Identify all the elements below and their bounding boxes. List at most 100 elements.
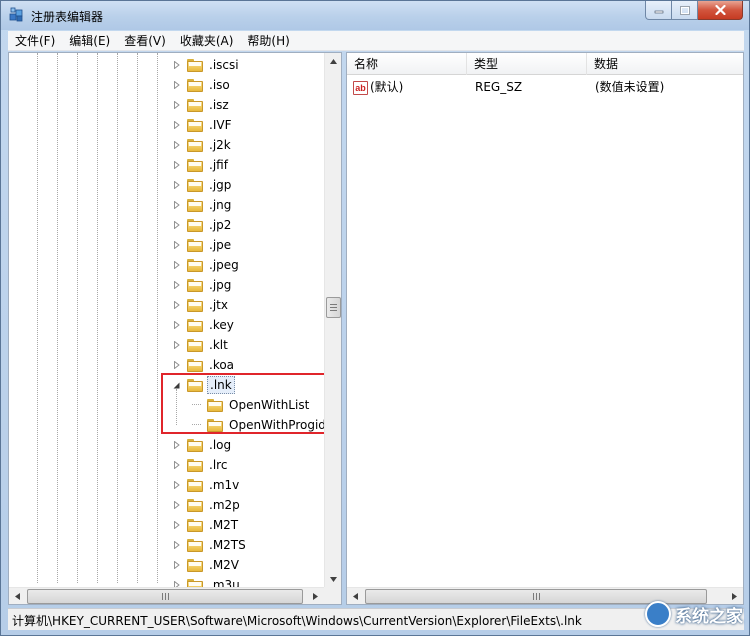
arrow-left-icon [15, 593, 20, 600]
expand-arrow-icon[interactable] [172, 141, 181, 150]
expand-arrow-icon[interactable] [172, 361, 181, 370]
expand-arrow-icon[interactable] [172, 481, 181, 490]
key-tree-pane[interactable]: .iscsi .iso .isz .IVF .j2k .jfif .jgp .jng .jp2.… [8, 52, 342, 605]
tree-node[interactable]: .jgp [172, 175, 233, 195]
scroll-left-button[interactable] [347, 588, 364, 604]
folder-icon [187, 318, 203, 332]
folder-icon [187, 98, 203, 112]
tree-node[interactable]: .IVF [172, 115, 233, 135]
column-header-name[interactable]: 名称 [347, 53, 467, 75]
expand-arrow-icon[interactable] [172, 541, 181, 550]
list-header: 名称 类型 数据 [347, 53, 743, 75]
column-header-type[interactable]: 类型 [467, 53, 587, 75]
tree-node[interactable]: .log [172, 435, 233, 455]
tree-node[interactable]: .jpeg [172, 255, 241, 275]
folder-icon [187, 458, 203, 472]
folder-icon [187, 138, 203, 152]
expand-arrow-icon[interactable] [172, 281, 181, 290]
title-bar[interactable]: 注册表编辑器 [1, 1, 749, 30]
tree-horizontal-scrollbar[interactable] [9, 587, 324, 604]
maximize-icon [679, 5, 690, 15]
values-list-pane[interactable]: 名称 类型 数据 ab (默认) REG_SZ (数值未设置) [346, 52, 744, 605]
tree-node[interactable]: .isz [172, 95, 231, 115]
tree-guide-line [37, 53, 38, 583]
annotation-highlight-box [161, 373, 330, 434]
tree-node[interactable]: .M2TS [172, 535, 248, 555]
tree-node[interactable]: .j2k [172, 135, 233, 155]
status-bar: 计算机\HKEY_CURRENT_USER\Software\Microsoft… [8, 608, 744, 630]
expand-arrow-icon[interactable] [172, 321, 181, 330]
scroll-left-button[interactable] [9, 588, 26, 604]
tree-node-label: .log [209, 438, 232, 452]
expand-arrow-icon[interactable] [172, 261, 181, 270]
tree-node[interactable]: .jng [172, 195, 233, 215]
close-button[interactable] [698, 1, 743, 20]
folder-icon [187, 118, 203, 132]
scroll-thumb[interactable] [27, 589, 303, 604]
arrow-up-icon [330, 59, 337, 64]
tree-vertical-scrollbar[interactable] [324, 53, 341, 588]
tree-guide-line [157, 53, 158, 583]
expand-arrow-icon[interactable] [172, 201, 181, 210]
value-row[interactable]: ab (默认) REG_SZ (数值未设置) [347, 77, 743, 97]
scroll-thumb[interactable] [326, 297, 341, 318]
menu-favorites[interactable]: 收藏夹(A) [173, 31, 241, 51]
string-value-icon: ab [353, 80, 368, 95]
expand-arrow-icon[interactable] [172, 241, 181, 250]
menu-edit[interactable]: 编辑(E) [62, 31, 117, 51]
tree-guide-line [57, 53, 58, 583]
expand-arrow-icon[interactable] [172, 501, 181, 510]
folder-icon [187, 338, 203, 352]
expand-arrow-icon[interactable] [172, 61, 181, 70]
folder-icon [187, 158, 203, 172]
expand-arrow-icon[interactable] [172, 181, 181, 190]
tree-node[interactable]: .m2p [172, 495, 242, 515]
value-name: (默认) [370, 80, 404, 94]
tree-node[interactable]: .M2V [172, 555, 241, 575]
tree-node[interactable]: .iso [172, 75, 232, 95]
folder-icon [187, 178, 203, 192]
tree-node[interactable]: .m1v [172, 475, 241, 495]
expand-arrow-icon[interactable] [172, 341, 181, 350]
scroll-up-button[interactable] [325, 53, 341, 70]
tree-node-label: .jp2 [209, 218, 232, 232]
column-header-data[interactable]: 数据 [587, 53, 743, 75]
tree-node[interactable]: .key [172, 315, 236, 335]
expand-arrow-icon[interactable] [172, 521, 181, 530]
scroll-right-button[interactable] [307, 588, 324, 604]
expand-arrow-icon[interactable] [172, 461, 181, 470]
folder-icon [187, 518, 203, 532]
menu-file[interactable]: 文件(F) [8, 31, 62, 51]
tree-node[interactable]: .klt [172, 335, 230, 355]
tree-node[interactable]: .iscsi [172, 55, 241, 75]
scroll-down-button[interactable] [325, 571, 341, 588]
tree-node[interactable]: .koa [172, 355, 236, 375]
maximize-button[interactable] [672, 1, 698, 20]
menu-view[interactable]: 查看(V) [117, 31, 173, 51]
expand-arrow-icon[interactable] [172, 101, 181, 110]
tree-node-label: .klt [209, 338, 228, 352]
expand-arrow-icon[interactable] [172, 441, 181, 450]
expand-arrow-icon[interactable] [172, 221, 181, 230]
minimize-button[interactable] [645, 1, 672, 20]
tree-node[interactable]: .M2T [172, 515, 240, 535]
minimize-icon [654, 10, 663, 14]
tree-node[interactable]: .jtx [172, 295, 230, 315]
expand-arrow-icon[interactable] [172, 121, 181, 130]
expand-arrow-icon[interactable] [172, 161, 181, 170]
tree-node-label: .isz [209, 98, 229, 112]
expand-arrow-icon[interactable] [172, 561, 181, 570]
folder-icon [187, 238, 203, 252]
tree-node[interactable]: .jpg [172, 275, 233, 295]
menu-help[interactable]: 帮助(H) [240, 31, 296, 51]
folder-icon [187, 358, 203, 372]
expand-arrow-icon[interactable] [172, 301, 181, 310]
close-icon [714, 5, 726, 15]
tree-node[interactable]: .jp2 [172, 215, 233, 235]
tree-node[interactable]: .jpe [172, 235, 233, 255]
expand-arrow-icon[interactable] [172, 81, 181, 90]
folder-icon [187, 538, 203, 552]
tree-node-label: .jpe [209, 238, 232, 252]
tree-node[interactable]: .jfif [172, 155, 230, 175]
tree-node[interactable]: .lrc [172, 455, 229, 475]
